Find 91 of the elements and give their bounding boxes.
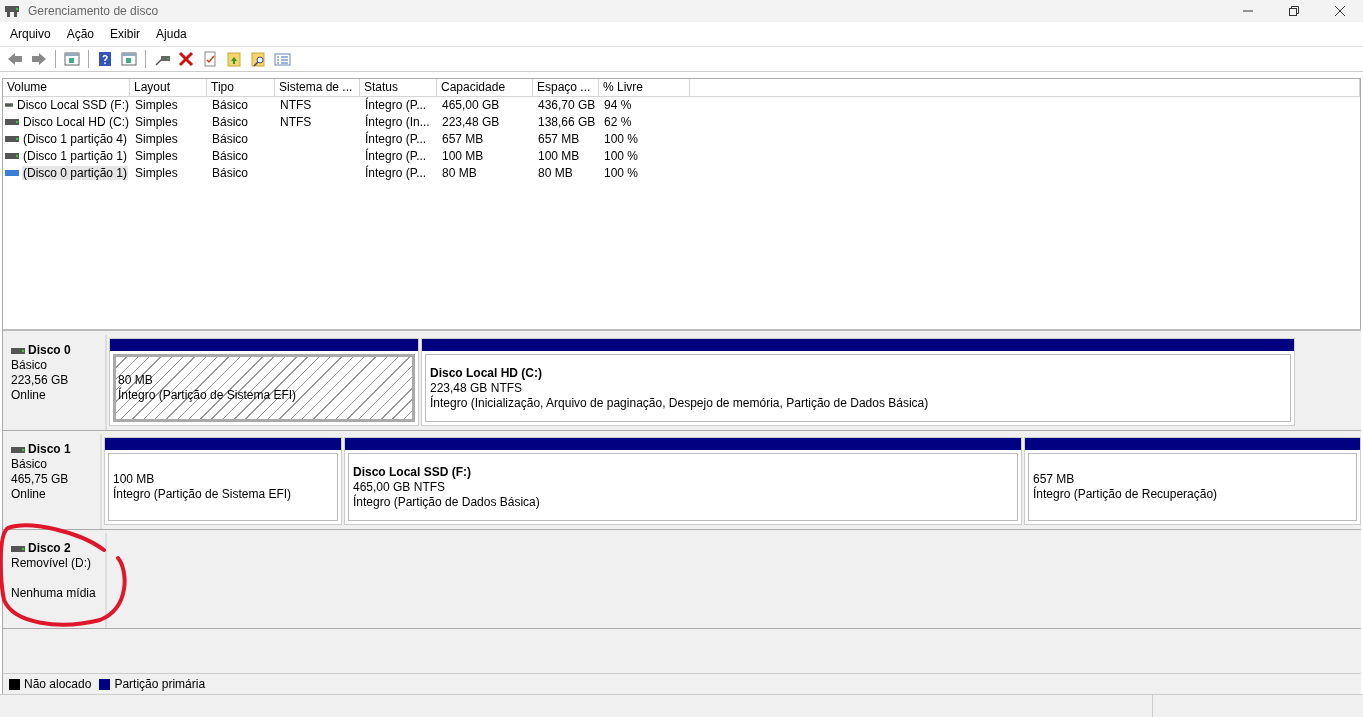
partition-status: Íntegro (Partição de Sistema EFI): [118, 388, 298, 403]
table-cell: Simples: [135, 97, 178, 112]
legend-label: Não alocado: [24, 677, 92, 691]
table-cell: 80 MB: [538, 165, 573, 180]
disk-info: Online: [11, 388, 47, 403]
drive-icon: [5, 134, 19, 143]
table-cell: Íntegro (P...: [365, 97, 427, 112]
table-cell: Simples: [135, 165, 178, 180]
table-cell: 223,48 GB: [442, 114, 500, 129]
partition-size: 223,48 GB NTFS: [430, 380, 524, 395]
table-cell: 100 MB: [538, 148, 580, 163]
disk-name: Disco 2: [28, 541, 71, 556]
partition[interactable]: 80 MB Íntegro (Partição de Sistema EFI): [109, 338, 419, 426]
table-cell: Simples: [135, 131, 178, 146]
table-cell: Simples: [135, 114, 178, 129]
disk-name: Disco 1: [28, 442, 71, 457]
column-header[interactable]: Status: [360, 79, 437, 97]
volume-name[interactable]: Disco Local HD (C:): [21, 114, 130, 129]
menu-item[interactable]: Arquivo: [2, 25, 59, 43]
table-cell: 100 %: [604, 148, 639, 163]
column-header[interactable]: Sistema de ...: [275, 79, 360, 97]
disk-info: Online: [11, 487, 47, 502]
table-cell: Básico: [212, 97, 249, 112]
table-cell: Íntegro (P...: [365, 148, 427, 163]
window-title: Gerenciamento de disco: [28, 4, 159, 18]
partition-status: Íntegro (Partição de Dados Básica): [353, 494, 541, 510]
volume-name[interactable]: (Disco 1 partição 4): [22, 131, 129, 146]
partition-title: Disco Local HD (C:): [430, 365, 543, 381]
partition-size: 100 MB: [113, 472, 156, 486]
restore-icon: [1289, 6, 1299, 16]
drive-icon: [11, 445, 25, 454]
table-cell: 94 %: [604, 97, 632, 112]
table-cell: 62 %: [604, 114, 632, 129]
table-cell: NTFS: [280, 114, 312, 129]
table-cell: Íntegro (P...: [365, 131, 427, 146]
drive-icon: [5, 117, 19, 126]
table-cell: Íntegro (In...: [365, 114, 430, 129]
table-cell: Básico: [212, 148, 249, 163]
drive-icon: [5, 100, 13, 109]
table-cell: 138,66 GB: [538, 114, 596, 129]
disk-info: Nenhuma mídia: [11, 586, 97, 601]
partition[interactable]: Disco Local SSD (F:) 465,00 GB NTFS Íntegro (Partição de Dados Básica): [344, 437, 1022, 525]
volume-name[interactable]: (Disco 1 partição 1): [22, 148, 129, 163]
table-cell: Básico: [212, 114, 249, 129]
table-cell: 657 MB: [442, 131, 484, 146]
partition-status: Íntegro (Partição de Sistema EFI): [113, 487, 293, 502]
drive-icon: [5, 168, 19, 177]
menu-item[interactable]: Ajuda: [148, 25, 195, 43]
partition-status: Íntegro (Inicialização, Arquivo de paginação, Despejo de memória, Partição de Dados Básica): [430, 395, 930, 411]
table-cell: 100 %: [604, 165, 639, 180]
partition-size: 657 MB: [1033, 472, 1076, 486]
partition-status: Íntegro (Partição de Recuperação): [1033, 487, 1219, 502]
drive-icon: [11, 544, 25, 553]
disk-info: Básico: [11, 457, 49, 472]
menu-item[interactable]: Ação: [58, 25, 103, 43]
table-cell: 100 %: [604, 131, 639, 146]
column-header[interactable]: Layout: [130, 79, 207, 97]
partition[interactable]: 657 MB Íntegro (Partição de Recuperação): [1024, 437, 1361, 525]
disk-name: Disco 0: [28, 343, 71, 358]
table-cell: 80 MB: [442, 165, 477, 180]
table-cell: Básico: [212, 131, 249, 146]
table-cell: NTFS: [280, 97, 312, 112]
close-icon: [1335, 6, 1345, 16]
column-header[interactable]: % Livre: [599, 79, 690, 97]
table-cell: 436,70 GB: [538, 97, 596, 112]
volume-name[interactable]: Disco Local SSD (F:): [15, 97, 130, 112]
partition[interactable]: 100 MB Íntegro (Partição de Sistema EFI): [104, 437, 342, 525]
partition[interactable]: Disco Local HD (C:) 223,48 GB NTFS Íntegro (Inicialização, Arquivo de paginação, Despejo de memória, Partição de Dados Básica): [421, 338, 1295, 426]
disk-management-icon: [4, 4, 20, 18]
menu-item[interactable]: Exibir: [102, 25, 149, 43]
disk-info: 223,56 GB: [11, 373, 70, 388]
disk-info: Básico: [11, 358, 49, 373]
column-header[interactable]: Espaço ...: [533, 79, 599, 97]
table-cell: 100 MB: [442, 148, 484, 163]
disk-info: 465,75 GB: [11, 472, 70, 487]
table-cell: Íntegro (P...: [365, 165, 427, 180]
column-header[interactable]: Tipo: [207, 79, 275, 97]
column-header[interactable]: Volume: [3, 79, 130, 97]
disk-info: Removível (D:): [11, 556, 92, 571]
volume-name[interactable]: (Disco 0 partição 1): [22, 165, 129, 180]
drive-icon: [5, 151, 19, 160]
table-cell: 657 MB: [538, 131, 580, 146]
partition-title: Disco Local SSD (F:): [353, 464, 472, 480]
table-cell: Básico: [212, 165, 249, 180]
drive-icon: [11, 346, 25, 355]
table-cell: Simples: [135, 148, 178, 163]
partition-size: 80 MB: [118, 373, 154, 387]
legend-label: Partição primária: [114, 677, 206, 691]
table-cell: 465,00 GB: [442, 97, 500, 112]
partition-size: 465,00 GB NTFS: [353, 479, 447, 494]
column-header[interactable]: Capacidade: [437, 79, 533, 97]
